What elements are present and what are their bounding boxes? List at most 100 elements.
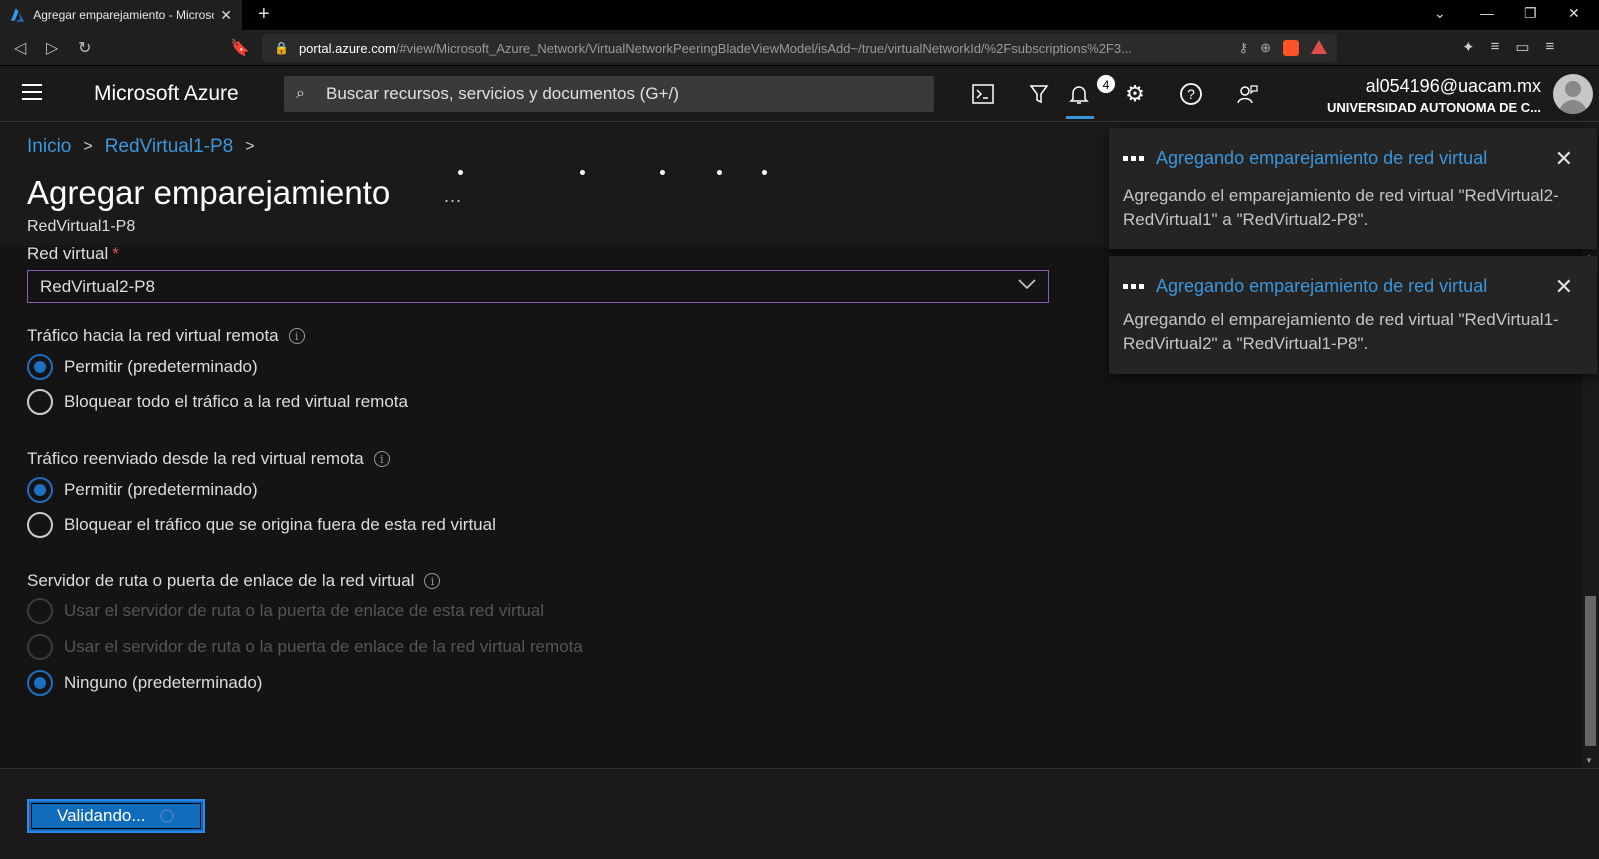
loading-dot <box>458 170 463 175</box>
hamburger-menu-icon[interactable] <box>22 84 42 105</box>
loading-dot <box>717 170 722 175</box>
scrollbar-thumb[interactable] <box>1585 596 1596 746</box>
section2-label: Tráfico reenviado desde la red virtual r… <box>27 449 390 469</box>
button-label: Validando... <box>57 806 146 825</box>
section1-label: Tráfico hacia la red virtual remota i <box>27 326 305 346</box>
search-icon: ⌕ <box>296 85 305 102</box>
vnet-dropdown[interactable]: RedVirtual2-P8 <box>27 270 1049 303</box>
radio-label: Ninguno (predeterminado) <box>64 673 263 692</box>
radio-label: Bloquear todo el tráfico a la red virtua… <box>64 392 408 411</box>
radio-option[interactable]: Permitir (predeterminado) <box>27 477 258 503</box>
minimize-icon[interactable]: — <box>1480 5 1494 21</box>
validating-button[interactable]: Validando... <box>27 799 205 833</box>
notification-badge: 4 <box>1096 74 1116 94</box>
url-field[interactable]: 🔒 portal.azure.com/#view/Microsoft_Azure… <box>262 34 1337 62</box>
chevron-down-icon <box>1018 277 1036 293</box>
radio-label: Bloquear el tráfico que se origina fuera… <box>64 515 496 534</box>
progress-dots-icon <box>1123 156 1144 161</box>
radio-button[interactable] <box>27 670 53 696</box>
radio-label: Usar el servidor de ruta o la puerta de … <box>64 601 545 620</box>
tab-title: Agregar emparejamiento - Microsoft Azure <box>33 8 214 22</box>
radio-option-disabled: Usar el servidor de ruta o la puerta de … <box>27 598 544 624</box>
active-indicator <box>1066 116 1094 119</box>
new-tab-icon[interactable]: + <box>258 3 270 26</box>
browser-tab-bar: Agregar emparejamiento - Microsoft Azure… <box>0 0 1599 30</box>
close-icon[interactable]: ✕ <box>1555 146 1573 172</box>
url-text: portal.azure.com/#view/Microsoft_Azure_N… <box>298 40 1132 56</box>
azure-logo-icon <box>10 8 25 22</box>
close-icon[interactable]: ✕ <box>1555 274 1573 300</box>
back-icon[interactable]: ◁ <box>14 38 26 58</box>
radio-button[interactable] <box>27 477 53 503</box>
info-icon[interactable]: i <box>424 573 441 589</box>
notification-toast[interactable]: Agregando emparejamiento de red virtual … <box>1109 256 1597 374</box>
directory-filter-icon[interactable] <box>1024 79 1054 109</box>
help-icon[interactable]: ? <box>1176 79 1206 109</box>
radio-label: Permitir (predeterminado) <box>64 357 258 376</box>
user-org[interactable]: UNIVERSIDAD AUTONOMA DE C... <box>1327 100 1541 115</box>
brave-shield-icon[interactable] <box>1283 40 1299 56</box>
user-email[interactable]: al054196@uacam.mx <box>1366 76 1541 97</box>
vnet-label: Red virtual * <box>27 244 119 263</box>
more-options-button[interactable]: ... <box>444 186 462 207</box>
toast-body: Agregando el emparejamiento de red virtu… <box>1123 186 1559 229</box>
avatar[interactable] <box>1553 74 1593 114</box>
restore-icon[interactable]: ❐ <box>1524 5 1537 22</box>
gear-icon[interactable]: ⚙ <box>1120 79 1150 109</box>
loading-dot <box>762 170 767 175</box>
radio-option[interactable]: Bloquear el tráfico que se origina fuera… <box>27 512 496 538</box>
playlist-icon[interactable]: ≡ <box>1491 38 1500 56</box>
radio-option[interactable]: Bloquear todo el tráfico a la red virtua… <box>27 389 408 415</box>
loading-dot <box>580 170 585 175</box>
footer: Validando... <box>0 768 1599 859</box>
radio-button <box>27 598 53 624</box>
brave-rewards-icon[interactable] <box>1311 40 1327 54</box>
info-icon[interactable]: i <box>288 328 305 344</box>
section3-label: Servidor de ruta o puerta de enlace de l… <box>27 571 441 591</box>
chevron-right-icon: > <box>245 138 255 155</box>
toast-title[interactable]: Agregando emparejamiento de red virtual <box>1156 148 1487 169</box>
breadcrumb-vnet[interactable]: RedVirtual1-P8 <box>105 136 234 158</box>
cloud-shell-icon[interactable] <box>968 79 998 109</box>
radio-label: Usar el servidor de ruta o la puerta de … <box>64 637 583 656</box>
radio-label: Permitir (predeterminado) <box>64 480 258 499</box>
chevron-right-icon: > <box>83 138 93 155</box>
search-placeholder: Buscar recursos, servicios y documentos … <box>326 84 679 103</box>
browser-tab[interactable]: Agregar emparejamiento - Microsoft Azure… <box>0 0 242 30</box>
toast-body: Agregando el emparejamiento de red virtu… <box>1123 310 1559 353</box>
radio-button[interactable] <box>27 512 53 538</box>
breadcrumb: Inicio > RedVirtual1-P8 > <box>27 136 255 158</box>
radio-button <box>27 634 53 660</box>
scroll-down-icon[interactable]: ▼ <box>1585 756 1593 765</box>
forward-icon[interactable]: ▷ <box>46 38 58 58</box>
radio-option[interactable]: Permitir (predeterminado) <box>27 354 258 380</box>
spinner-icon <box>159 809 174 823</box>
zoom-icon[interactable]: ⊕ <box>1260 40 1271 56</box>
extensions-icon[interactable]: ✦ <box>1462 38 1475 56</box>
wallet-icon[interactable]: ▭ <box>1515 38 1529 56</box>
radio-option[interactable]: Ninguno (predeterminado) <box>27 670 262 696</box>
brand-title[interactable]: Microsoft Azure <box>94 82 239 106</box>
reload-icon[interactable]: ↻ <box>78 38 91 58</box>
page-subtitle: RedVirtual1-P8 <box>27 218 136 235</box>
radio-button[interactable] <box>27 354 53 380</box>
loading-dot <box>660 170 665 175</box>
radio-button[interactable] <box>27 389 53 415</box>
notifications-bell-icon[interactable] <box>1064 79 1094 109</box>
page-title: Agregar emparejamiento <box>27 174 391 211</box>
address-bar: ◁ ▷ ↻ 🔖 🔒 portal.azure.com/#view/Microso… <box>0 30 1599 66</box>
close-window-icon[interactable]: ✕ <box>1568 5 1580 22</box>
radio-option-disabled: Usar el servidor de ruta o la puerta de … <box>27 634 583 660</box>
toast-title[interactable]: Agregando emparejamiento de red virtual <box>1156 276 1487 297</box>
key-icon[interactable]: ⚷ <box>1239 40 1249 56</box>
info-icon[interactable]: i <box>373 451 390 467</box>
azure-header: Microsoft Azure ⌕ Buscar recursos, servi… <box>0 66 1599 122</box>
feedback-icon[interactable] <box>1232 79 1262 109</box>
tab-list-icon[interactable]: ⌄ <box>1434 5 1446 22</box>
notification-toast[interactable]: Agregando emparejamiento de red virtual … <box>1109 128 1597 249</box>
breadcrumb-home[interactable]: Inicio <box>27 136 71 158</box>
menu-icon[interactable]: ≡ <box>1546 38 1555 56</box>
search-input[interactable]: ⌕ Buscar recursos, servicios y documento… <box>284 76 934 112</box>
bookmark-icon[interactable]: 🔖 <box>230 38 250 58</box>
close-tab-icon[interactable]: ✕ <box>220 7 232 24</box>
